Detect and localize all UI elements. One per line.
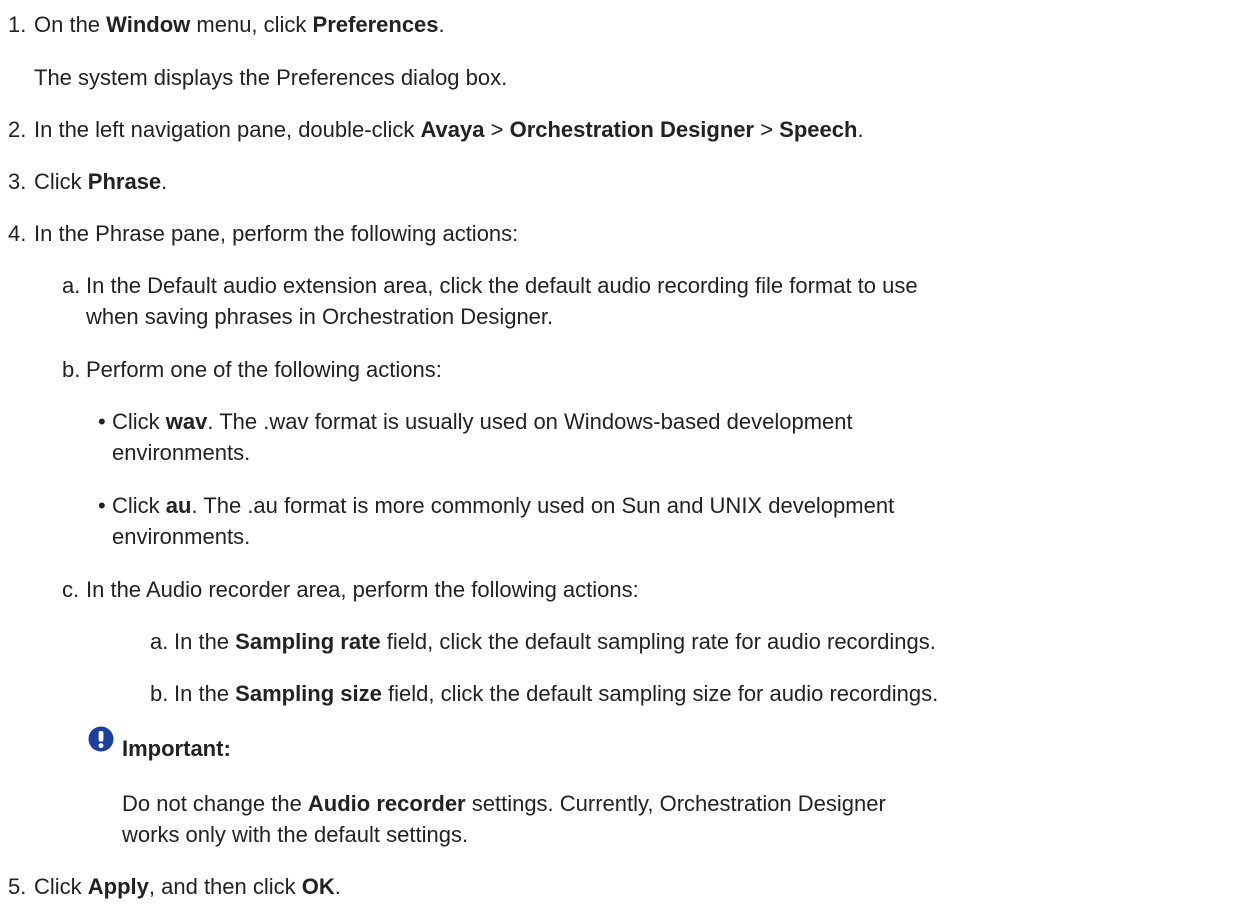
step-number: 5.	[8, 874, 27, 899]
bullet-au-line2: environments.	[112, 524, 251, 549]
step-4-text: In the Phrase pane, perform the followin…	[34, 221, 519, 246]
step-number: 1.	[8, 12, 27, 37]
step-number: 4.	[8, 221, 27, 246]
substep-letter: a.	[62, 273, 81, 298]
step-number: 3.	[8, 169, 27, 194]
substep-letter: b.	[62, 357, 81, 382]
step-5-text: Click Apply, and then click OK.	[34, 874, 341, 899]
bullet-au-line1: Click au. The .au format is more commonl…	[112, 493, 895, 518]
bullet-wav-line2: environments.	[112, 440, 251, 465]
bullet-marker: •	[98, 409, 106, 434]
substep-letter: b.	[150, 681, 169, 706]
note-body-line2: works only with the default settings.	[122, 822, 469, 847]
step-3-text: Click Phrase.	[34, 169, 168, 194]
note-title: Important:	[122, 736, 231, 761]
substep-4a-line2: when saving phrases in Orchestration Des…	[86, 304, 554, 329]
substep-letter: a.	[150, 629, 169, 654]
bullet-marker: •	[98, 493, 106, 518]
substep-sampling-size: In the Sampling size field, click the de…	[174, 681, 939, 706]
note-body-line1: Do not change the Audio recorder setting…	[122, 791, 886, 816]
important-icon	[88, 726, 114, 752]
step-1-result: The system displays the Preferences dial…	[34, 65, 508, 90]
substep-4a-line1: In the Default audio extension area, cli…	[86, 273, 918, 298]
substep-4c-text: In the Audio recorder area, perform the …	[86, 577, 639, 602]
step-1-text: On the Window menu, click Preferences.	[34, 12, 445, 37]
substep-4b-text: Perform one of the following actions:	[86, 357, 442, 382]
substep-sampling-rate: In the Sampling rate field, click the de…	[174, 629, 936, 654]
bullet-wav-line1: Click wav. The .wav format is usually us…	[112, 409, 853, 434]
procedure-document: 1. On the Window menu, click Preferences…	[0, 0, 1233, 913]
step-2-text: In the left navigation pane, double-clic…	[34, 117, 864, 142]
substep-letter: c.	[62, 577, 80, 602]
step-number: 2.	[8, 117, 27, 142]
